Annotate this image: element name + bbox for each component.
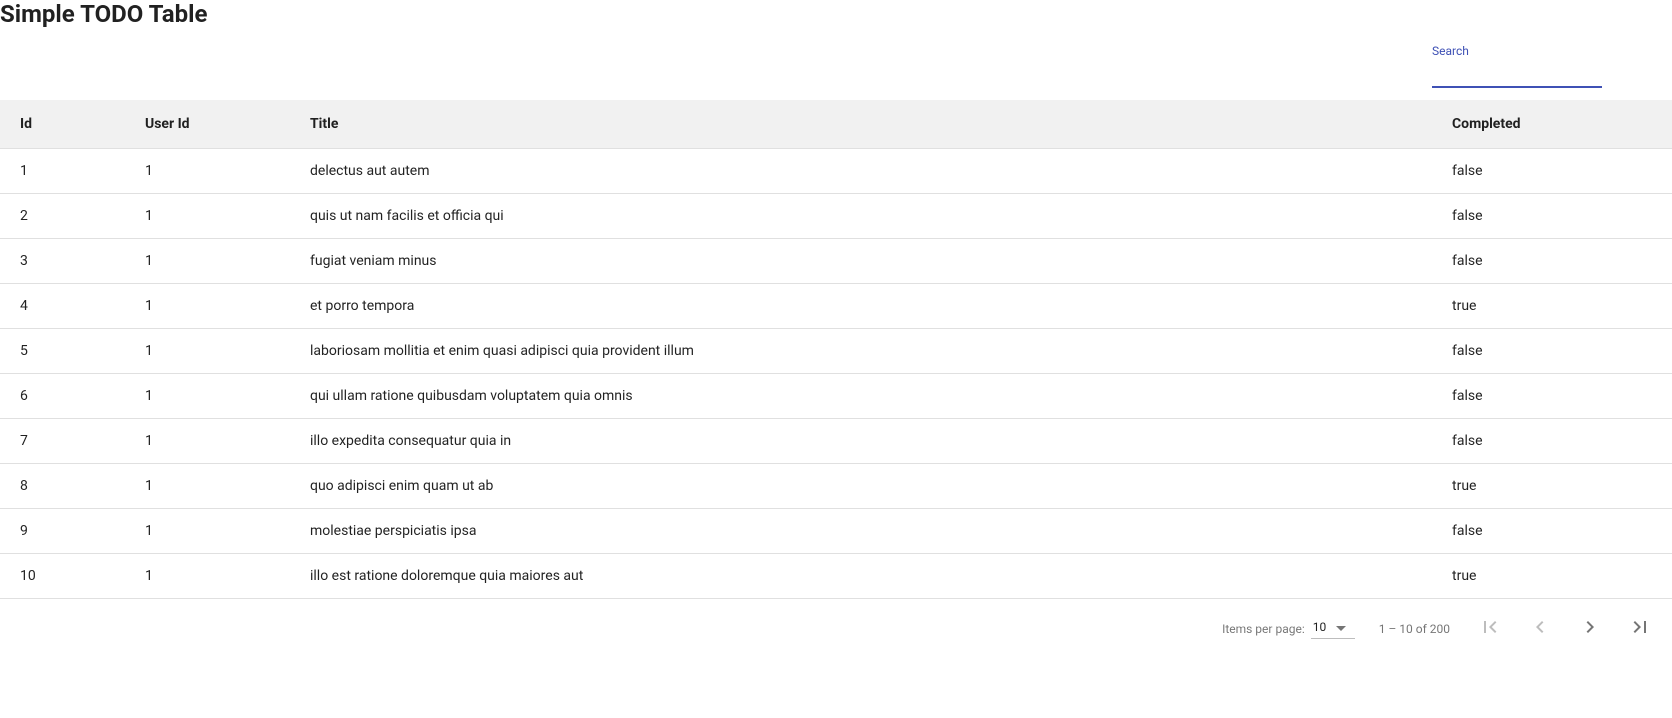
cell-completed: false — [1452, 374, 1672, 419]
page-size-value: 10 — [1313, 620, 1327, 634]
table-row: 81quo adipisci enim quam ut abtrue — [0, 464, 1672, 509]
cell-title: laboriosam mollitia et enim quasi adipis… — [310, 329, 1452, 374]
search-input[interactable] — [1432, 60, 1602, 88]
search-field: Search — [1432, 44, 1602, 88]
items-per-page-label: Items per page: — [1222, 622, 1305, 636]
cell-title: molestiae perspiciatis ipsa — [310, 509, 1452, 554]
cell-id: 3 — [0, 239, 145, 284]
cell-title: quo adipisci enim quam ut ab — [310, 464, 1452, 509]
cell-user-id: 1 — [145, 419, 310, 464]
cell-user-id: 1 — [145, 239, 310, 284]
cell-user-id: 1 — [145, 284, 310, 329]
table-header-row: Id User Id Title Completed — [0, 100, 1672, 149]
cell-id: 10 — [0, 554, 145, 599]
cell-user-id: 1 — [145, 509, 310, 554]
cell-id: 4 — [0, 284, 145, 329]
table-row: 31fugiat veniam minusfalse — [0, 239, 1672, 284]
cell-user-id: 1 — [145, 329, 310, 374]
cell-id: 7 — [0, 419, 145, 464]
table-row: 61qui ullam ratione quibusdam voluptatem… — [0, 374, 1672, 419]
cell-user-id: 1 — [145, 194, 310, 239]
last-page-icon — [1628, 615, 1652, 642]
table-row: 71illo expedita consequatur quia infalse — [0, 419, 1672, 464]
cell-title: et porro tempora — [310, 284, 1452, 329]
search-label: Search — [1432, 44, 1602, 58]
table-row: 51laboriosam mollitia et enim quasi adip… — [0, 329, 1672, 374]
last-page-button[interactable] — [1624, 611, 1656, 646]
table-row: 11delectus aut autemfalse — [0, 149, 1672, 194]
page-title: Simple TODO Table — [0, 0, 1672, 36]
column-header-title[interactable]: Title — [310, 100, 1452, 149]
cell-completed: true — [1452, 464, 1672, 509]
cell-title: quis ut nam facilis et officia qui — [310, 194, 1452, 239]
chevron-left-icon — [1528, 615, 1552, 642]
column-header-user-id[interactable]: User Id — [145, 100, 310, 149]
cell-id: 8 — [0, 464, 145, 509]
cell-completed: false — [1452, 194, 1672, 239]
next-page-button[interactable] — [1574, 611, 1606, 646]
cell-completed: false — [1452, 329, 1672, 374]
table-row: 101illo est ratione doloremque quia maio… — [0, 554, 1672, 599]
todo-table: Id User Id Title Completed 11delectus au… — [0, 100, 1672, 599]
cell-title: illo est ratione doloremque quia maiores… — [310, 554, 1452, 599]
cell-title: delectus aut autem — [310, 149, 1452, 194]
dropdown-icon — [1336, 620, 1346, 634]
cell-completed: false — [1452, 239, 1672, 284]
table-row: 91molestiae perspiciatis ipsafalse — [0, 509, 1672, 554]
cell-completed: false — [1452, 419, 1672, 464]
range-label: 1 – 10 of 200 — [1379, 622, 1450, 636]
cell-title: fugiat veniam minus — [310, 239, 1452, 284]
cell-completed: true — [1452, 554, 1672, 599]
cell-user-id: 1 — [145, 464, 310, 509]
previous-page-button[interactable] — [1524, 611, 1556, 646]
cell-user-id: 1 — [145, 554, 310, 599]
table-row: 41et porro temporatrue — [0, 284, 1672, 329]
column-header-id[interactable]: Id — [0, 100, 145, 149]
cell-id: 9 — [0, 509, 145, 554]
cell-user-id: 1 — [145, 374, 310, 419]
table-row: 21quis ut nam facilis et officia quifals… — [0, 194, 1672, 239]
cell-completed: true — [1452, 284, 1672, 329]
cell-completed: false — [1452, 149, 1672, 194]
page-size-select[interactable]: 10 — [1311, 618, 1355, 639]
cell-id: 2 — [0, 194, 145, 239]
cell-title: qui ullam ratione quibusdam voluptatem q… — [310, 374, 1452, 419]
cell-completed: false — [1452, 509, 1672, 554]
first-page-button[interactable] — [1474, 611, 1506, 646]
cell-user-id: 1 — [145, 149, 310, 194]
cell-id: 6 — [0, 374, 145, 419]
first-page-icon — [1478, 615, 1502, 642]
cell-id: 5 — [0, 329, 145, 374]
paginator: Items per page: 10 1 – 10 of 200 — [0, 599, 1672, 646]
column-header-completed[interactable]: Completed — [1452, 100, 1672, 149]
cell-id: 1 — [0, 149, 145, 194]
chevron-right-icon — [1578, 615, 1602, 642]
cell-title: illo expedita consequatur quia in — [310, 419, 1452, 464]
